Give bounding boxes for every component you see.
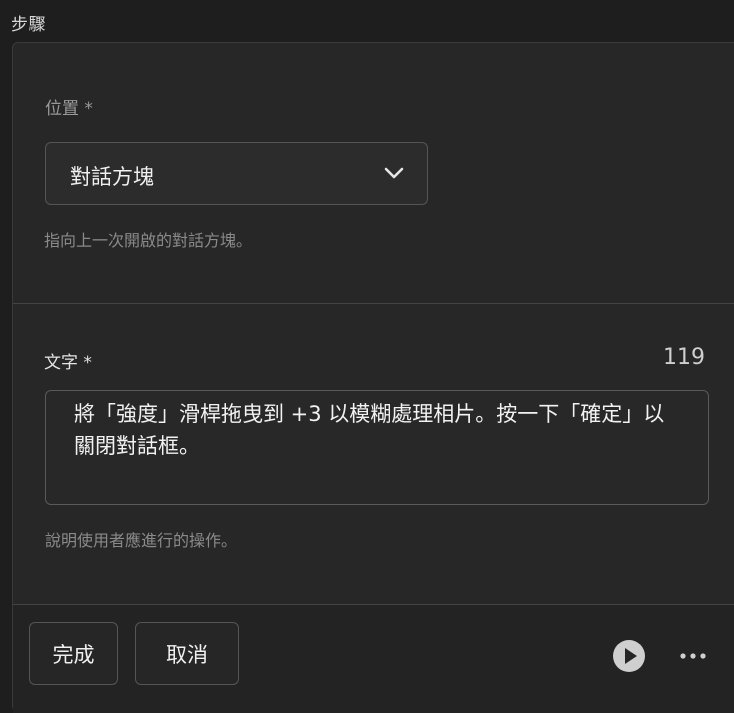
- done-button[interactable]: 完成: [29, 622, 118, 685]
- location-select[interactable]: 對話方塊: [45, 142, 428, 205]
- cancel-button[interactable]: 取消: [135, 622, 239, 685]
- location-select-value: 對話方塊: [70, 165, 154, 189]
- step-panel: 位置 * 對話方塊 指向上一次開啟的對話方塊。 文字 * 119 將「強度」滑桿…: [12, 42, 734, 713]
- play-icon[interactable]: [612, 639, 646, 673]
- section-title: 步驟: [11, 15, 46, 35]
- panel-footer: 完成 取消: [13, 604, 734, 713]
- text-input[interactable]: 將「強度」滑桿拖曳到 +3 以模糊處理相片。按一下「確定」以關閉對話框。: [45, 390, 709, 505]
- text-helper: 說明使用者應進行的操作。: [45, 531, 238, 550]
- location-label: 位置 *: [45, 99, 93, 119]
- section-divider: [13, 303, 734, 304]
- footer-divider: [13, 604, 734, 605]
- location-helper: 指向上一次開啟的對話方塊。: [44, 231, 253, 250]
- text-label: 文字 *: [44, 353, 92, 373]
- character-counter: 119: [663, 345, 705, 370]
- chevron-down-icon: [384, 167, 404, 179]
- more-horizontal-icon[interactable]: [679, 649, 707, 663]
